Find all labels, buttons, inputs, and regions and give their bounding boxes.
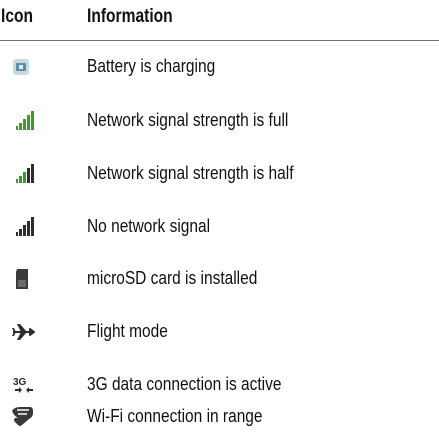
information-column-header: Information: [87, 6, 173, 27]
3g-icon-label: 3G: [13, 377, 27, 388]
wifi-icon: [0, 396, 72, 439]
signal-half-icon: [0, 153, 72, 196]
battery-charging-icon: [0, 46, 72, 89]
table-header: Icon Information: [0, 0, 439, 40]
info-text: 3G data connection is active: [87, 374, 282, 394]
table-row: Network signal strength is half: [0, 153, 439, 196]
no-signal-icon: [0, 206, 72, 249]
microsd-card-icon: [0, 258, 72, 301]
table-row: Wi-Fi connection in range: [0, 396, 439, 439]
info-text: Network signal strength is full: [87, 110, 289, 130]
info-text: microSD card is installed: [87, 268, 258, 288]
info-text: Network signal strength is half: [87, 163, 294, 183]
info-text: Wi-Fi connection in range: [87, 406, 263, 426]
info-text: Battery is charging: [87, 56, 216, 76]
info-text: Flight mode: [87, 321, 168, 341]
header-divider: [0, 40, 439, 41]
icon-column-header: Icon: [1, 6, 34, 27]
table-row: microSD card is installed: [0, 258, 439, 301]
table-row: Network signal strength is full: [0, 100, 439, 143]
airplane-icon: [0, 311, 72, 354]
table-row: Flight mode: [0, 311, 439, 354]
info-text: No network signal: [87, 216, 211, 236]
signal-full-icon: [0, 100, 72, 143]
table-row: Battery is charging: [0, 46, 439, 89]
table-row: No network signal: [0, 206, 439, 249]
